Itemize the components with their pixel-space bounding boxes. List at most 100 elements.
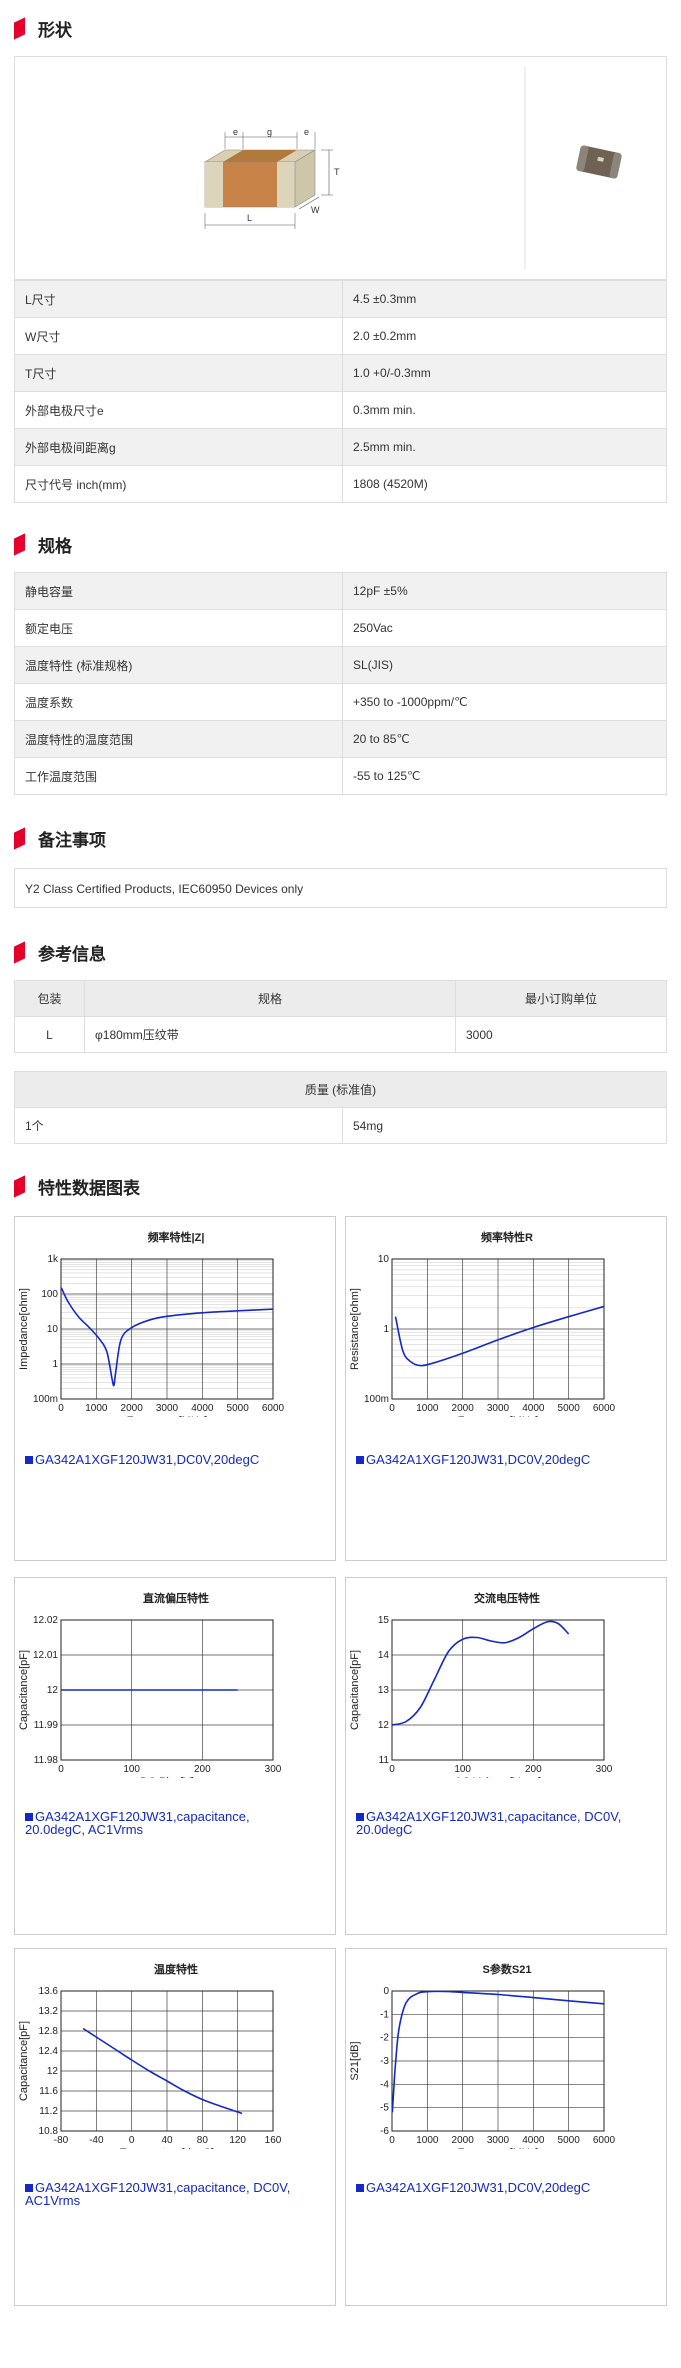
x-tick-label: 1000 bbox=[85, 1403, 108, 1414]
y-axis-label: Capacitance[pF] bbox=[349, 1650, 361, 1730]
y-axis-label: S21[dB] bbox=[349, 2041, 361, 2080]
y-tick-label: 10 bbox=[47, 1324, 59, 1335]
chart-card-impedance: 频率特性|Z| 0 1000 2000 3000 4000 5000 6000 100m 1 10 1… bbox=[14, 1216, 336, 1561]
x-tick-label: 4000 bbox=[191, 1403, 214, 1414]
table-row: L尺寸 4.5 ±0.3mm bbox=[14, 280, 667, 318]
table-cell-key: 工作温度范围 bbox=[14, 757, 343, 795]
table-row: 额定电压 250Vac bbox=[14, 609, 667, 647]
x-tick-label: 40 bbox=[161, 2135, 173, 2146]
x-tick-label: 3000 bbox=[487, 1403, 510, 1414]
section-title: 备注事项 bbox=[38, 830, 106, 850]
y-tick-label: 12 bbox=[47, 1685, 59, 1696]
section-header-reference: 参考信息 bbox=[14, 940, 106, 964]
legend-swatch-icon bbox=[356, 2184, 364, 2192]
y-tick-label: 1k bbox=[47, 1254, 59, 1265]
table-cell: 3000 bbox=[455, 1016, 667, 1053]
y-tick-label: 1 bbox=[52, 1359, 58, 1370]
y-tick-label: 12 bbox=[378, 1720, 390, 1731]
dim-label-w: W bbox=[311, 205, 320, 215]
legend-text: GA342A1XGF120JW31,DC0V,20degC bbox=[35, 1452, 260, 1467]
dim-label-t: T bbox=[334, 167, 340, 177]
x-tick-label: 200 bbox=[525, 1764, 542, 1775]
reference-table: 包装 规格 最小订购单位 L φ180mm压纹带 3000 bbox=[14, 980, 667, 1053]
chart-card-resistance: 频率特性R 0 1000 2000 3000 4000 5000 6000 100m 1 10 Fre… bbox=[345, 1216, 667, 1561]
x-tick-label: 3000 bbox=[487, 2135, 510, 2146]
chart-title: 频率特性R bbox=[481, 1230, 533, 1244]
table-row: 工作温度范围 -55 to 125℃ bbox=[14, 757, 667, 795]
table-header-row: 包装 规格 最小订购单位 bbox=[14, 980, 667, 1017]
chart-title: 直流偏压特性 bbox=[143, 1591, 209, 1605]
chart-legend: GA342A1XGF120JW31,capacitance, 20.0degC,… bbox=[25, 1810, 295, 1836]
table-row: 1个 54mg bbox=[14, 1107, 667, 1144]
table-cell-value: 4.5 ±0.3mm bbox=[342, 280, 667, 318]
notes-text: Y2 Class Certified Products, IEC60950 De… bbox=[14, 868, 667, 908]
table-cell-value: -55 to 125℃ bbox=[342, 757, 667, 795]
table-row: T尺寸 1.0 +0/-0.3mm bbox=[14, 354, 667, 392]
x-tick-label: 0 bbox=[129, 2135, 135, 2146]
x-tick-label: 0 bbox=[389, 2135, 395, 2146]
legend-swatch-icon bbox=[25, 2184, 33, 2192]
legend-text: GA342A1XGF120JW31,DC0V,20degC bbox=[366, 1452, 591, 1467]
y-tick-label: 10.8 bbox=[39, 2126, 59, 2137]
column-header: 规格 bbox=[84, 980, 456, 1017]
x-tick-label: 300 bbox=[596, 1764, 613, 1775]
y-tick-label: 13 bbox=[378, 1685, 390, 1696]
section-marker-icon bbox=[14, 1176, 28, 1196]
table-cell-value: 20 to 85℃ bbox=[342, 720, 667, 758]
product-photo bbox=[576, 145, 622, 179]
x-tick-label: 5000 bbox=[227, 1403, 250, 1414]
x-axis-label: DC Bias[V] bbox=[140, 1776, 194, 1778]
section-header-charts: 特性数据图表 bbox=[14, 1174, 140, 1198]
section-title: 特性数据图表 bbox=[38, 1178, 140, 1198]
impedance-chart: 频率特性|Z| 0 1000 2000 3000 4000 5000 6000 100m 1 10 1… bbox=[18, 1230, 285, 1417]
x-tick-label: 4000 bbox=[522, 1403, 545, 1414]
table-cell-value: 1808 (4520M) bbox=[342, 465, 667, 503]
y-tick-label: -4 bbox=[380, 2079, 389, 2090]
column-header: 质量 (标准值) bbox=[14, 1071, 667, 1108]
table-cell: 54mg bbox=[342, 1107, 667, 1144]
table-cell-value: 1.0 +0/-0.3mm bbox=[342, 354, 667, 392]
table-row: L φ180mm压纹带 3000 bbox=[14, 1016, 667, 1053]
y-tick-label: 13.6 bbox=[39, 1986, 59, 1997]
table-cell-value: +350 to -1000ppm/℃ bbox=[342, 683, 667, 721]
y-tick-label: 11.2 bbox=[39, 2106, 58, 2117]
table-cell: 1个 bbox=[14, 1107, 343, 1144]
column-header: 最小订购单位 bbox=[455, 980, 667, 1017]
dim-label-e: e bbox=[304, 127, 309, 137]
y-tick-label: 12.8 bbox=[39, 2026, 59, 2037]
x-tick-label: 0 bbox=[389, 1764, 395, 1775]
chart-title: 频率特性|Z| bbox=[148, 1230, 205, 1244]
table-cell: φ180mm压纹带 bbox=[84, 1016, 456, 1053]
x-tick-label: 100 bbox=[454, 1764, 471, 1775]
table-row: 温度特性的温度范围 20 to 85℃ bbox=[14, 720, 667, 758]
x-tick-label: 1000 bbox=[416, 2135, 439, 2146]
dim-label-l: L bbox=[247, 213, 252, 223]
x-axis-label: Frequency[MHz] bbox=[127, 1415, 208, 1417]
ac-voltage-chart: 交流电压特性 0 100 200 300 11 12 13 14 15 AC Voltage[Vrm… bbox=[349, 1591, 613, 1778]
section-marker-icon bbox=[14, 828, 28, 848]
section-marker-icon bbox=[14, 942, 28, 962]
chart-legend: GA342A1XGF120JW31,capacitance, DC0V, 20.… bbox=[356, 1810, 646, 1836]
shape-image-panel: e g e T W L bbox=[14, 56, 667, 280]
temperature-chart: 温度特性-80 -40 0 40 80 120 16010.811.211.61212.41… bbox=[18, 1962, 282, 2149]
chart-title: S参数S21 bbox=[483, 1962, 532, 1976]
table-cell-value: 12pF ±5% bbox=[342, 572, 667, 610]
table-cell-key: 外部电极间距离g bbox=[14, 428, 343, 466]
table-cell-key: W尺寸 bbox=[14, 317, 343, 355]
mass-table: 质量 (标准值) 1个 54mg bbox=[14, 1071, 667, 1144]
resistance-chart: 频率特性R 0 1000 2000 3000 4000 5000 6000 100m 1 10 Fre… bbox=[349, 1230, 616, 1417]
x-tick-label: 6000 bbox=[593, 2135, 616, 2146]
legend-swatch-icon bbox=[25, 1813, 33, 1821]
legend-swatch-icon bbox=[356, 1813, 364, 1821]
x-axis-label: AC Voltage[Vrms] bbox=[455, 1776, 541, 1778]
x-tick-label: 4000 bbox=[522, 2135, 545, 2146]
table-row: 静电容量 12pF ±5% bbox=[14, 572, 667, 610]
x-tick-label: 100 bbox=[123, 1764, 140, 1775]
x-tick-label: 160 bbox=[265, 2135, 282, 2146]
x-axis-label: Temperature[degC] bbox=[120, 2147, 214, 2149]
legend-swatch-icon bbox=[25, 1456, 33, 1464]
section-title: 规格 bbox=[38, 536, 72, 556]
table-row: 尺寸代号 inch(mm) 1808 (4520M) bbox=[14, 465, 667, 503]
dc-bias-chart: 直流偏压特性 0 100 200 300 11.98 11.99 12 12.01 12.02 DC… bbox=[18, 1591, 282, 1778]
section-header-notes: 备注事项 bbox=[14, 826, 106, 850]
